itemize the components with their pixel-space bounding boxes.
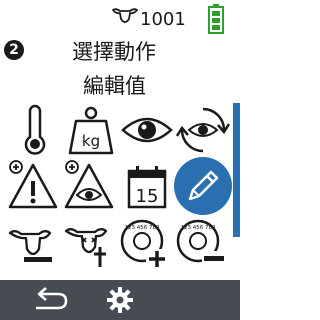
- action-death[interactable]: [62, 217, 116, 271]
- eartag-remove-icon: 123 456 789: [176, 219, 226, 265]
- action-observe[interactable]: [120, 103, 174, 157]
- eartag-number-label: 123 456 789: [181, 225, 216, 231]
- action-add-eartag[interactable]: 123 456 789: [118, 217, 172, 271]
- thermometer-icon: [24, 104, 46, 155]
- action-calendar[interactable]: 15: [120, 159, 174, 213]
- calendar-icon: 15: [127, 166, 167, 209]
- action-grid: kg 15 123 456 789 123 456 789: [0, 0, 240, 280]
- eartag-number-label: 123 456 789: [125, 225, 160, 231]
- eye-icon: [121, 117, 173, 143]
- action-add-observation-alert[interactable]: [62, 159, 116, 213]
- action-cull-animal[interactable]: [6, 217, 60, 271]
- footer-bar: [0, 280, 240, 320]
- back-arrow-icon[interactable]: [28, 284, 72, 316]
- eye-warning-plus-icon: [64, 160, 114, 209]
- cow-death-icon: [64, 228, 108, 267]
- action-observe-repeat[interactable]: [176, 103, 230, 157]
- weight-kg-icon: kg: [68, 106, 114, 155]
- action-edit-selected[interactable]: [173, 156, 233, 216]
- weight-unit-label: kg: [82, 132, 100, 150]
- action-remove-eartag[interactable]: 123 456 789: [174, 217, 228, 271]
- action-alert[interactable]: [6, 159, 60, 213]
- pencil-edit-icon: [174, 157, 232, 215]
- eartag-add-icon: 123 456 789: [120, 219, 168, 269]
- action-thermometer[interactable]: [8, 103, 62, 157]
- warning-plus-icon: [8, 160, 58, 209]
- eye-refresh-icon: [176, 107, 230, 153]
- calendar-day-label: 15: [136, 186, 159, 207]
- cow-remove-icon: [8, 230, 52, 262]
- scrollbar[interactable]: [233, 103, 240, 237]
- action-weight[interactable]: kg: [64, 103, 118, 157]
- gear-icon[interactable]: [106, 286, 134, 314]
